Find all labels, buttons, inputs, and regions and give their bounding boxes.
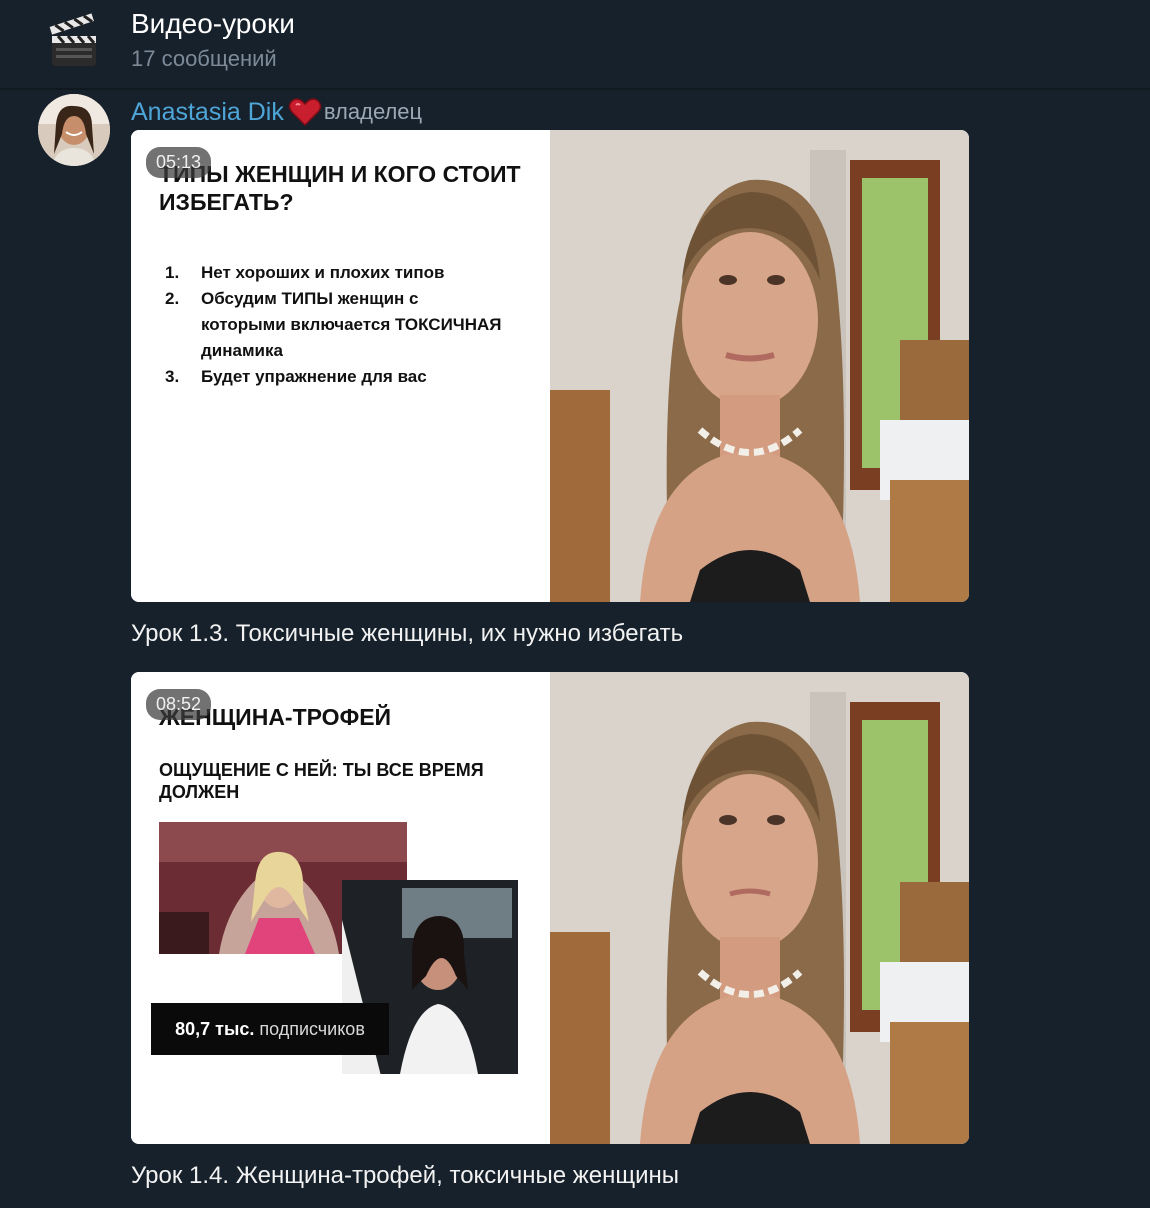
slide-subtitle: ОЩУЩЕНИЕ С НЕЙ: ТЫ ВСЕ ВРЕМЯ ДОЛЖЕН	[159, 760, 484, 802]
author-row: Anastasia Dik владелец	[131, 96, 422, 128]
slide-title: ТИПЫ ЖЕНЩИН И КОГО СТОИТ ИЗБЕГАТЬ?	[159, 161, 521, 215]
author-role: владелец	[323, 99, 423, 124]
presenter-video-frame	[550, 672, 969, 1144]
subscriber-label: подписчиков	[259, 1018, 365, 1039]
subscriber-count: 80,7 тыс.	[175, 1018, 255, 1039]
slide-list: 1. Нет хороших и плохих типов 2. Обсудим Т…	[165, 260, 505, 390]
video-caption: Урок 1.3. Токсичные женщины, их нужно из…	[131, 620, 684, 647]
video-thumbnail[interactable]: ЖЕНЩИНА-ТРОФЕЙ ОЩУЩЕНИЕ С НЕЙ: ТЫ ВСЕ ВР…	[131, 672, 969, 1144]
video-thumbnail[interactable]: ТИПЫ ЖЕНЩИН И КОГО СТОИТ ИЗБЕГАТЬ? 1. Нет…	[131, 130, 969, 602]
video-duration: 08:52	[146, 689, 212, 720]
channel-title: Видео-уроки	[131, 8, 295, 39]
avatar-photo	[38, 94, 110, 166]
presenter-video-frame	[550, 130, 969, 602]
list-item: 3. Будет упражнение для вас	[165, 367, 427, 386]
slide-panel: ЖЕНЩИНА-ТРОФЕЙ ОЩУЩЕНИЕ С НЕЙ: ТЫ ВСЕ ВР…	[131, 672, 550, 1144]
list-item: 2. Обсудим ТИПЫ женщин с которыми включае…	[165, 289, 502, 360]
channel-header[interactable]: Видео-уроки 17 сообщений	[0, 0, 1150, 88]
video-caption: Урок 1.4. Женщина-трофей, токсичные женщ…	[131, 1162, 680, 1189]
author-name[interactable]: Anastasia Dik	[131, 98, 284, 127]
heart-icon	[288, 98, 322, 127]
avatar[interactable]	[38, 94, 110, 166]
video-duration: 05:13	[146, 147, 212, 178]
slide-panel: ТИПЫ ЖЕНЩИН И КОГО СТОИТ ИЗБЕГАТЬ? 1. Нет…	[131, 130, 550, 602]
subscriber-badge: 80,7 тыс. подписчиков	[151, 1003, 389, 1055]
message-count: 17 сообщений	[131, 46, 277, 71]
header-divider	[0, 88, 1150, 90]
list-item: 1. Нет хороших и плохих типов	[165, 263, 445, 282]
clapperboard-icon	[49, 13, 96, 66]
